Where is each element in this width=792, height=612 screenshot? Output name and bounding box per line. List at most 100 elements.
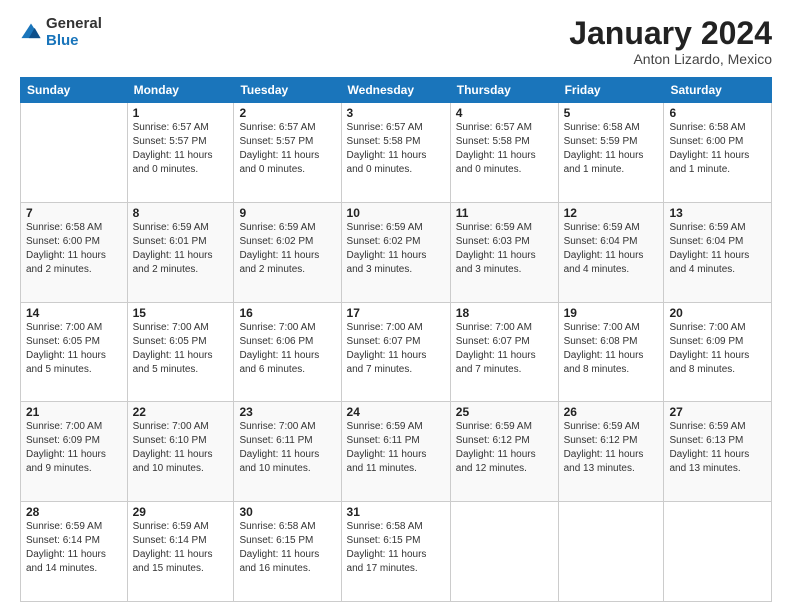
day-number: 5 <box>564 106 659 120</box>
calendar-cell: 18Sunrise: 7:00 AM Sunset: 6:07 PM Dayli… <box>450 302 558 402</box>
page: General Blue January 2024 Anton Lizardo,… <box>0 0 792 612</box>
day-number: 17 <box>347 306 445 320</box>
calendar-cell: 22Sunrise: 7:00 AM Sunset: 6:10 PM Dayli… <box>127 402 234 502</box>
day-number: 9 <box>239 206 335 220</box>
day-number: 25 <box>456 405 553 419</box>
day-number: 29 <box>133 505 229 519</box>
day-number: 24 <box>347 405 445 419</box>
title-location: Anton Lizardo, Mexico <box>569 51 772 67</box>
day-info: Sunrise: 7:00 AM Sunset: 6:05 PM Dayligh… <box>26 321 122 377</box>
day-info: Sunrise: 7:00 AM Sunset: 6:09 PM Dayligh… <box>26 420 122 476</box>
calendar-cell: 19Sunrise: 7:00 AM Sunset: 6:08 PM Dayli… <box>558 302 664 402</box>
day-info: Sunrise: 6:59 AM Sunset: 6:01 PM Dayligh… <box>133 221 229 277</box>
day-number: 10 <box>347 206 445 220</box>
logo-icon <box>20 22 42 44</box>
calendar-cell: 17Sunrise: 7:00 AM Sunset: 6:07 PM Dayli… <box>341 302 450 402</box>
day-info: Sunrise: 6:59 AM Sunset: 6:02 PM Dayligh… <box>239 221 335 277</box>
day-info: Sunrise: 6:59 AM Sunset: 6:14 PM Dayligh… <box>26 520 122 576</box>
calendar-cell: 25Sunrise: 6:59 AM Sunset: 6:12 PM Dayli… <box>450 402 558 502</box>
calendar-cell: 29Sunrise: 6:59 AM Sunset: 6:14 PM Dayli… <box>127 502 234 602</box>
calendar-week-row: 7Sunrise: 6:58 AM Sunset: 6:00 PM Daylig… <box>21 202 772 302</box>
calendar-cell: 9Sunrise: 6:59 AM Sunset: 6:02 PM Daylig… <box>234 202 341 302</box>
day-info: Sunrise: 6:59 AM Sunset: 6:04 PM Dayligh… <box>669 221 766 277</box>
day-info: Sunrise: 7:00 AM Sunset: 6:07 PM Dayligh… <box>347 321 445 377</box>
calendar-cell: 2Sunrise: 6:57 AM Sunset: 5:57 PM Daylig… <box>234 103 341 203</box>
calendar-cell: 20Sunrise: 7:00 AM Sunset: 6:09 PM Dayli… <box>664 302 772 402</box>
day-number: 8 <box>133 206 229 220</box>
logo-general: General <box>46 16 102 33</box>
day-number: 15 <box>133 306 229 320</box>
day-info: Sunrise: 6:59 AM Sunset: 6:02 PM Dayligh… <box>347 221 445 277</box>
header-friday: Friday <box>558 78 664 103</box>
calendar-cell: 7Sunrise: 6:58 AM Sunset: 6:00 PM Daylig… <box>21 202 128 302</box>
calendar-cell: 8Sunrise: 6:59 AM Sunset: 6:01 PM Daylig… <box>127 202 234 302</box>
day-info: Sunrise: 7:00 AM Sunset: 6:05 PM Dayligh… <box>133 321 229 377</box>
calendar-cell <box>450 502 558 602</box>
calendar-cell: 6Sunrise: 6:58 AM Sunset: 6:00 PM Daylig… <box>664 103 772 203</box>
day-info: Sunrise: 7:00 AM Sunset: 6:11 PM Dayligh… <box>239 420 335 476</box>
calendar-week-row: 14Sunrise: 7:00 AM Sunset: 6:05 PM Dayli… <box>21 302 772 402</box>
calendar-cell: 28Sunrise: 6:59 AM Sunset: 6:14 PM Dayli… <box>21 502 128 602</box>
title-block: January 2024 Anton Lizardo, Mexico <box>569 16 772 67</box>
day-info: Sunrise: 6:57 AM Sunset: 5:57 PM Dayligh… <box>133 121 229 177</box>
day-number: 19 <box>564 306 659 320</box>
day-number: 21 <box>26 405 122 419</box>
header-tuesday: Tuesday <box>234 78 341 103</box>
day-info: Sunrise: 6:57 AM Sunset: 5:58 PM Dayligh… <box>456 121 553 177</box>
day-number: 6 <box>669 106 766 120</box>
calendar-cell: 23Sunrise: 7:00 AM Sunset: 6:11 PM Dayli… <box>234 402 341 502</box>
calendar-cell: 26Sunrise: 6:59 AM Sunset: 6:12 PM Dayli… <box>558 402 664 502</box>
day-number: 4 <box>456 106 553 120</box>
day-info: Sunrise: 6:59 AM Sunset: 6:12 PM Dayligh… <box>456 420 553 476</box>
day-number: 28 <box>26 505 122 519</box>
calendar-body: 1Sunrise: 6:57 AM Sunset: 5:57 PM Daylig… <box>21 103 772 602</box>
day-number: 12 <box>564 206 659 220</box>
day-info: Sunrise: 6:58 AM Sunset: 6:00 PM Dayligh… <box>26 221 122 277</box>
calendar-week-row: 1Sunrise: 6:57 AM Sunset: 5:57 PM Daylig… <box>21 103 772 203</box>
calendar-week-row: 28Sunrise: 6:59 AM Sunset: 6:14 PM Dayli… <box>21 502 772 602</box>
day-number: 31 <box>347 505 445 519</box>
day-number: 3 <box>347 106 445 120</box>
day-info: Sunrise: 6:59 AM Sunset: 6:12 PM Dayligh… <box>564 420 659 476</box>
day-number: 22 <box>133 405 229 419</box>
calendar-cell: 10Sunrise: 6:59 AM Sunset: 6:02 PM Dayli… <box>341 202 450 302</box>
day-number: 7 <box>26 206 122 220</box>
day-number: 30 <box>239 505 335 519</box>
day-number: 2 <box>239 106 335 120</box>
calendar-cell: 15Sunrise: 7:00 AM Sunset: 6:05 PM Dayli… <box>127 302 234 402</box>
calendar-week-row: 21Sunrise: 7:00 AM Sunset: 6:09 PM Dayli… <box>21 402 772 502</box>
day-number: 27 <box>669 405 766 419</box>
day-info: Sunrise: 7:00 AM Sunset: 6:06 PM Dayligh… <box>239 321 335 377</box>
day-info: Sunrise: 7:00 AM Sunset: 6:09 PM Dayligh… <box>669 321 766 377</box>
day-info: Sunrise: 7:00 AM Sunset: 6:07 PM Dayligh… <box>456 321 553 377</box>
calendar-cell: 12Sunrise: 6:59 AM Sunset: 6:04 PM Dayli… <box>558 202 664 302</box>
header-sunday: Sunday <box>21 78 128 103</box>
day-number: 20 <box>669 306 766 320</box>
calendar-cell: 30Sunrise: 6:58 AM Sunset: 6:15 PM Dayli… <box>234 502 341 602</box>
day-info: Sunrise: 6:57 AM Sunset: 5:57 PM Dayligh… <box>239 121 335 177</box>
day-info: Sunrise: 6:57 AM Sunset: 5:58 PM Dayligh… <box>347 121 445 177</box>
day-info: Sunrise: 6:58 AM Sunset: 6:00 PM Dayligh… <box>669 121 766 177</box>
day-number: 18 <box>456 306 553 320</box>
logo: General Blue <box>20 16 102 49</box>
calendar-cell: 21Sunrise: 7:00 AM Sunset: 6:09 PM Dayli… <box>21 402 128 502</box>
header-monday: Monday <box>127 78 234 103</box>
calendar-cell: 24Sunrise: 6:59 AM Sunset: 6:11 PM Dayli… <box>341 402 450 502</box>
calendar-cell: 3Sunrise: 6:57 AM Sunset: 5:58 PM Daylig… <box>341 103 450 203</box>
day-info: Sunrise: 6:59 AM Sunset: 6:14 PM Dayligh… <box>133 520 229 576</box>
calendar-cell <box>664 502 772 602</box>
calendar-cell: 5Sunrise: 6:58 AM Sunset: 5:59 PM Daylig… <box>558 103 664 203</box>
day-info: Sunrise: 6:59 AM Sunset: 6:04 PM Dayligh… <box>564 221 659 277</box>
day-number: 16 <box>239 306 335 320</box>
calendar-cell <box>21 103 128 203</box>
header-wednesday: Wednesday <box>341 78 450 103</box>
calendar-cell: 13Sunrise: 6:59 AM Sunset: 6:04 PM Dayli… <box>664 202 772 302</box>
day-number: 11 <box>456 206 553 220</box>
day-info: Sunrise: 6:59 AM Sunset: 6:03 PM Dayligh… <box>456 221 553 277</box>
calendar-cell: 31Sunrise: 6:58 AM Sunset: 6:15 PM Dayli… <box>341 502 450 602</box>
calendar-cell: 4Sunrise: 6:57 AM Sunset: 5:58 PM Daylig… <box>450 103 558 203</box>
day-number: 1 <box>133 106 229 120</box>
calendar-cell: 11Sunrise: 6:59 AM Sunset: 6:03 PM Dayli… <box>450 202 558 302</box>
day-number: 26 <box>564 405 659 419</box>
day-number: 23 <box>239 405 335 419</box>
